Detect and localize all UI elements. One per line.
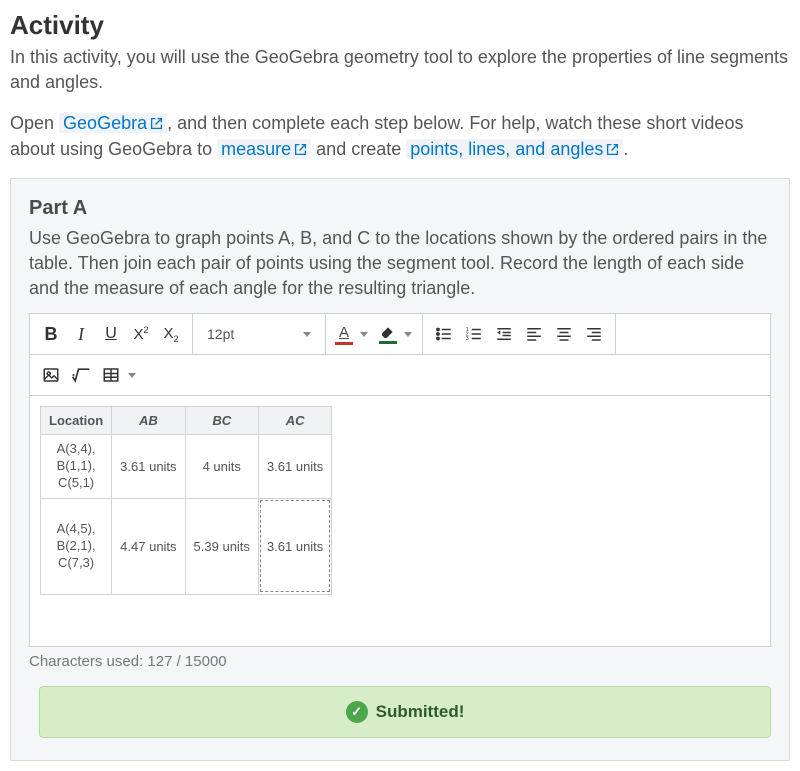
editor-content[interactable]: Location AB BC AC A(3,4), B(1,1), C(5,1)… (30, 396, 770, 646)
font-size-label: 12pt (207, 326, 234, 342)
character-count: Characters used: 127 / 15000 (29, 653, 771, 670)
subscript-button[interactable]: X2 (156, 319, 186, 349)
chevron-down-icon[interactable] (128, 373, 136, 378)
link-measure-label: measure (221, 139, 291, 159)
link-measure[interactable]: measure (217, 139, 311, 159)
external-link-icon (150, 117, 163, 130)
submitted-label: Submitted! (376, 702, 465, 722)
cell-ab[interactable]: 3.61 units (112, 435, 185, 499)
link-geogebra-label: GeoGebra (63, 113, 147, 133)
table-row: A(4,5), B(2,1), C(7,3) 4.47 units 5.39 u… (41, 498, 332, 594)
sqrt-icon (71, 366, 91, 384)
outdent-button[interactable] (489, 319, 519, 349)
insert-equation-button[interactable] (66, 360, 96, 390)
part-description: Use GeoGebra to graph points A, B, and C… (29, 226, 771, 302)
cell-location[interactable]: A(4,5), B(2,1), C(7,3) (41, 498, 112, 594)
toolbar-row-1: B I U X2 X2 12pt A (30, 314, 770, 355)
cell-ab[interactable]: 4.47 units (112, 498, 185, 594)
link-pla-label: points, lines, and angles (410, 139, 603, 159)
loc-a: A(4,5), (49, 521, 103, 538)
submitted-banner: ✓ Submitted! (39, 686, 771, 738)
loc-b: B(1,1), (49, 458, 103, 475)
external-link-icon (294, 143, 307, 156)
page-title: Activity (10, 10, 790, 41)
image-icon (42, 366, 60, 384)
align-left-button[interactable] (519, 319, 549, 349)
cell-bc[interactable]: 4 units (185, 435, 258, 499)
col-bc: BC (185, 407, 258, 435)
part-title: Part A (29, 197, 771, 220)
insert-table-button[interactable] (96, 360, 126, 390)
loc-a: A(3,4), (49, 441, 103, 458)
highlight-color-button[interactable] (376, 324, 400, 344)
align-right-button[interactable] (579, 319, 609, 349)
bold-button[interactable]: B (36, 319, 66, 349)
link-points-lines-angles[interactable]: points, lines, and angles (406, 139, 623, 159)
text-open: Open (10, 113, 59, 133)
marker-icon (380, 324, 396, 340)
svg-text:3: 3 (466, 336, 469, 342)
numbered-list-button[interactable]: 123 (459, 319, 489, 349)
col-location: Location (41, 407, 112, 435)
superscript-button[interactable]: X2 (126, 319, 156, 349)
cell-bc[interactable]: 5.39 units (185, 498, 258, 594)
rich-text-editor: B I U X2 X2 12pt A (29, 313, 771, 647)
col-ab: AB (112, 407, 185, 435)
cell-ac[interactable]: 3.61 units (258, 498, 331, 594)
loc-c: C(5,1) (49, 475, 103, 492)
text-color-button[interactable]: A (332, 324, 356, 345)
col-ac: AC (258, 407, 331, 435)
check-icon: ✓ (346, 701, 368, 723)
italic-button[interactable]: I (66, 319, 96, 349)
align-center-button[interactable] (549, 319, 579, 349)
table-icon (102, 366, 120, 384)
cell-ac[interactable]: 3.61 units (258, 435, 331, 499)
instruction-text: Open GeoGebra, and then complete each st… (10, 111, 790, 161)
answer-table: Location AB BC AC A(3,4), B(1,1), C(5,1)… (40, 406, 332, 594)
text-mid2: and create (311, 139, 406, 159)
bullet-list-button[interactable] (429, 319, 459, 349)
chevron-down-icon[interactable] (404, 332, 412, 337)
chevron-down-icon[interactable] (360, 332, 368, 337)
loc-b: B(2,1), (49, 538, 103, 555)
loc-c: C(7,3) (49, 555, 103, 572)
text-end: . (623, 139, 628, 159)
chevron-down-icon (303, 332, 311, 337)
insert-image-button[interactable] (36, 360, 66, 390)
table-row: A(3,4), B(1,1), C(5,1) 3.61 units 4 unit… (41, 435, 332, 499)
cell-location[interactable]: A(3,4), B(1,1), C(5,1) (41, 435, 112, 499)
toolbar-row-2 (30, 355, 770, 396)
part-a-panel: Part A Use GeoGebra to graph points A, B… (10, 178, 790, 762)
underline-button[interactable]: U (96, 319, 126, 349)
font-size-select[interactable]: 12pt (199, 322, 319, 346)
link-geogebra[interactable]: GeoGebra (59, 113, 167, 133)
intro-text: In this activity, you will use the GeoGe… (10, 45, 790, 95)
external-link-icon (606, 143, 619, 156)
